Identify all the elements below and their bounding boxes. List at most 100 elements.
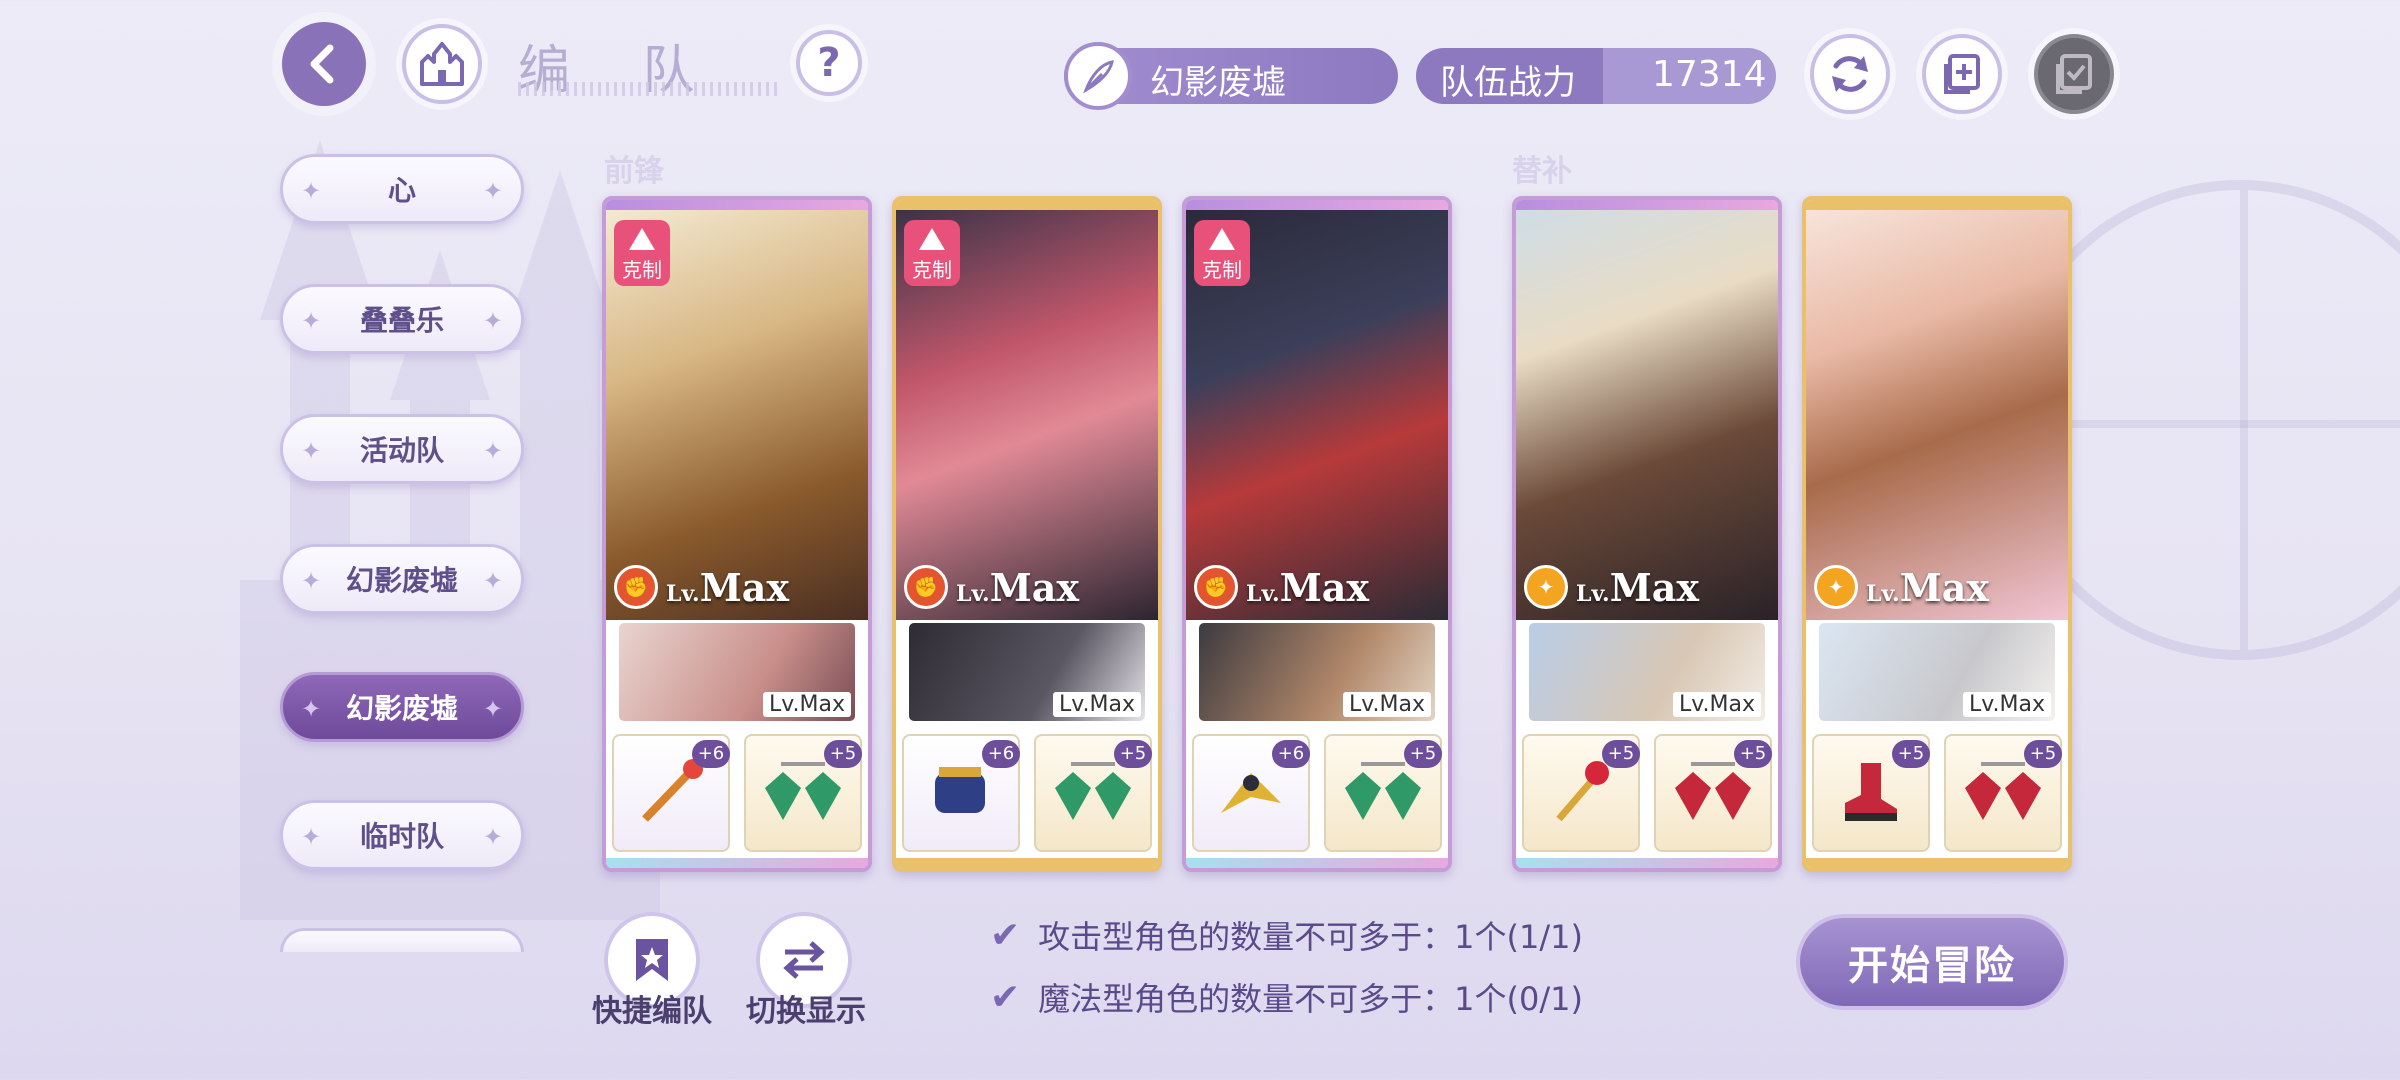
enhance-badge: +5 [1114,740,1152,768]
sidebar-item-phantom-ruins-active[interactable]: ✦ 幻影废墟 ✦ [280,672,524,742]
partner-level: Lv.Max [762,692,851,717]
accessory-slot[interactable]: +5 [1324,734,1442,852]
character-portrait [1516,210,1778,620]
green-gem-icon [765,762,841,820]
confirm-team-button[interactable] [2034,34,2114,114]
enhance-badge: +5 [1404,740,1442,768]
wand-element-icon: ✦ [1814,565,1858,609]
weapon-slot[interactable]: +6 [1192,734,1310,852]
back-arrow-icon [310,44,334,84]
sidebar-item-phantom-ruins[interactable]: ✦ 幻影废墟 ✦ [280,544,524,614]
card-bottom-bar [1806,858,2068,868]
home-button[interactable] [402,24,482,104]
enhance-badge: +6 [982,740,1020,768]
condition-text: 魔法型角色的数量不可多于：1个(0/1) [1038,980,1584,1018]
enhance-badge: +6 [1272,740,1310,768]
weapon-slot[interactable]: +5 [1812,734,1930,852]
sidebar-item-event-team[interactable]: ✦ 活动队 ✦ [280,414,524,484]
red-gem-icon [1965,762,2041,820]
partner-level: Lv.Max [1962,692,2051,717]
character-level: Lv.Max [1866,565,1989,610]
partner-portrait[interactable]: Lv.Max [1526,620,1768,724]
bookmark-icon [636,939,668,981]
card-bottom-bar [1516,858,1778,868]
team-power-value: 17314 [1652,54,1767,95]
start-adventure-label: 开始冒险 [1848,943,2016,989]
start-adventure-button[interactable]: 开始冒险 [1796,914,2068,1010]
level-value: Max [699,564,790,610]
accessory-slot[interactable]: +5 [744,734,862,852]
wand-element-icon: ✦ [1524,565,1568,609]
team-power-label: 队伍战力 [1440,63,1576,103]
partner-portrait[interactable]: Lv.Max [616,620,858,724]
swap-arrows-icon [783,941,825,979]
sparkle-icon: ✦ [482,177,503,205]
equipment-slots: +6 +5 [612,734,866,852]
back-button[interactable] [282,22,366,106]
refresh-icon [1832,56,1868,92]
castle-home-icon [420,42,464,86]
sidebar-item-partial[interactable] [280,928,524,952]
partner-portrait[interactable]: Lv.Max [1816,620,2058,724]
scene-name: 幻影废墟 [1150,63,1286,103]
accessory-slot[interactable]: +5 [1654,734,1772,852]
switch-display-label: 切换显示 [746,994,866,1029]
counter-badge: 克制 [904,220,960,286]
level-row: ✦ Lv.Max [1524,562,1699,612]
sparkle-icon: ✦ [301,437,322,465]
level-prefix: Lv. [1576,580,1610,607]
weapon-slot[interactable]: +6 [612,734,730,852]
sparkle-icon: ✦ [482,307,503,335]
weapon-slot[interactable]: +6 [902,734,1020,852]
accessory-slot[interactable]: +5 [1034,734,1152,852]
sidebar-item-temp-team[interactable]: ✦ 临时队 ✦ [280,800,524,870]
character-card[interactable]: ✦ Lv.Max Lv.Max +5 +5 [1802,196,2072,872]
help-button[interactable]: ? [796,30,862,96]
enhance-badge: +5 [1892,740,1930,768]
sparkle-icon: ✦ [482,695,503,723]
level-row: ✊ Lv.Max [1194,562,1369,612]
sidebar-item-heart[interactable]: ✦ 心 ✦ [280,154,524,224]
section-label-front: 前锋 [604,154,664,189]
partner-level: Lv.Max [1342,692,1431,717]
character-portrait [1806,210,2068,620]
card-bottom-bar [896,858,1158,868]
partner-level: Lv.Max [1052,692,1141,717]
sparkle-icon: ✦ [301,567,322,595]
fist-element-icon: ✊ [614,565,658,609]
copy-team-button[interactable] [1922,34,2002,114]
character-card[interactable]: 克制 ✊ Lv.Max Lv.Max +6 +5 [892,196,1162,872]
character-level: Lv.Max [1246,565,1369,610]
enhance-badge: +5 [1602,740,1640,768]
sidebar-item-stack[interactable]: ✦ 叠叠乐 ✦ [280,284,524,354]
team-condition: ✔ 魔法型角色的数量不可多于：1个(0/1) [990,974,1583,1020]
level-row: ✊ Lv.Max [904,562,1079,612]
sidebar-item-label: 幻影废墟 [345,564,458,597]
enhance-badge: +5 [2024,740,2062,768]
condition-text: 攻击型角色的数量不可多于：1个(1/1) [1038,918,1584,956]
copy-add-icon [1944,54,1980,94]
sparkle-icon: ✦ [301,177,322,205]
green-gem-icon [1055,762,1131,820]
character-card[interactable]: 克制 ✊ Lv.Max Lv.Max +6 +5 [602,196,872,872]
weapon-slot[interactable]: +5 [1522,734,1640,852]
counter-badge: 克制 [614,220,670,286]
level-value: Max [989,564,1080,610]
fist-element-icon: ✊ [1194,565,1238,609]
character-card[interactable]: ✦ Lv.Max Lv.Max +5 +5 [1512,196,1782,872]
card-top-bar [896,200,1158,210]
check-icon: ✔ [990,914,1021,956]
partner-portrait[interactable]: Lv.Max [906,620,1148,724]
card-top-bar [606,200,868,210]
accessory-slot[interactable]: +5 [1944,734,2062,852]
level-prefix: Lv. [666,580,700,607]
refresh-button[interactable] [1810,34,1890,114]
partner-portrait[interactable]: Lv.Max [1196,620,1438,724]
sparkle-icon: ✦ [482,823,503,851]
character-level: Lv.Max [666,565,789,610]
sparkle-icon: ✦ [301,307,322,335]
counter-badge: 克制 [1194,220,1250,286]
character-card[interactable]: 克制 ✊ Lv.Max Lv.Max +6 +5 [1182,196,1452,872]
enhance-badge: +5 [824,740,862,768]
sidebar-item-label: 活动队 [359,434,444,467]
